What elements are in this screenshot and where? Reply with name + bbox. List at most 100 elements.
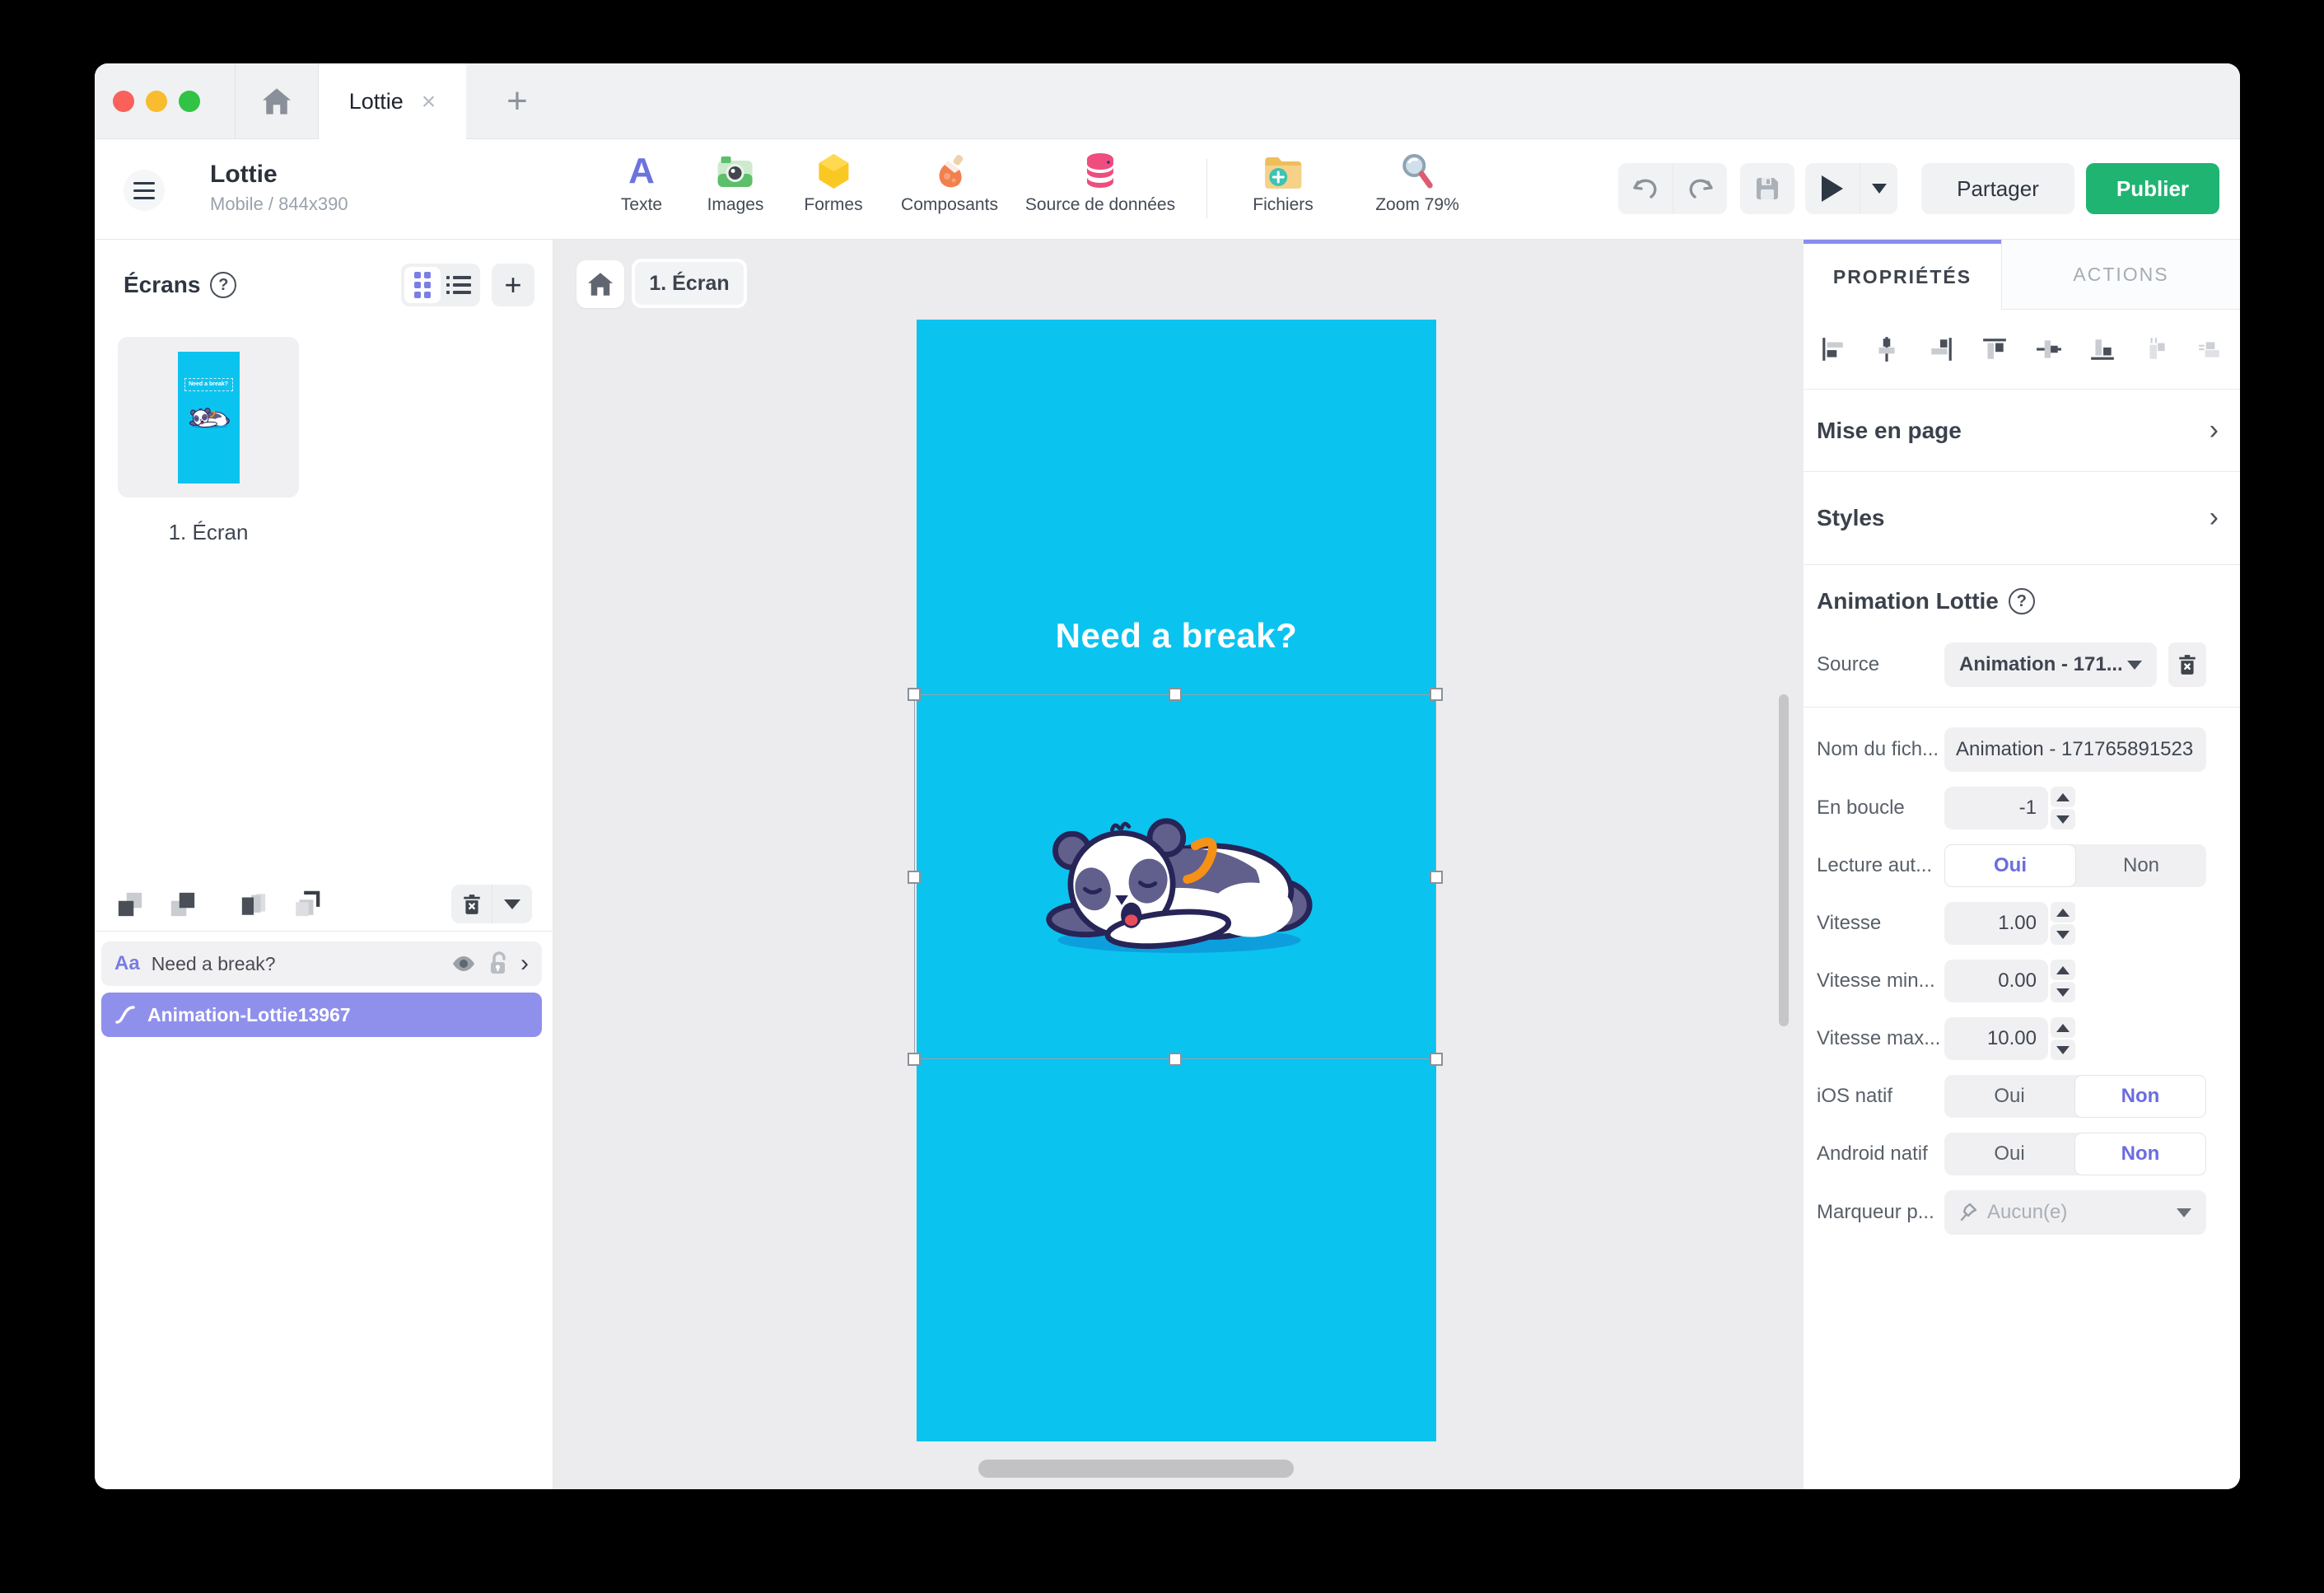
field-ios-native: iOS natif Oui Non xyxy=(1817,1075,2206,1118)
autoplay-non-option[interactable]: Non xyxy=(2076,844,2206,887)
source-dropdown[interactable]: Animation - 171... xyxy=(1944,642,2157,687)
field-speed-max: Vitesse max... 10.00 xyxy=(1817,1017,2206,1060)
delete-source-button[interactable] xyxy=(2168,642,2206,687)
layer-visibility-icon[interactable] xyxy=(451,955,476,973)
tool-fichiers[interactable]: Fichiers xyxy=(1253,152,1314,215)
section-mise-en-page[interactable]: Mise en page › xyxy=(1804,390,2240,472)
tool-formes[interactable]: Formes xyxy=(804,152,862,215)
chevron-right-icon: › xyxy=(2210,507,2219,529)
resize-handle-bottom-left[interactable] xyxy=(908,1053,921,1066)
screen-text[interactable]: Need a break? xyxy=(917,616,1436,656)
resize-handle-bottom-right[interactable] xyxy=(1430,1053,1443,1066)
canvas-area[interactable]: 1. Écran Need a break? xyxy=(553,240,1804,1489)
new-tab-button[interactable]: + xyxy=(488,63,546,139)
redo-button[interactable] xyxy=(1673,163,1727,214)
tab-actions[interactable]: ACTIONS xyxy=(2001,240,2240,310)
layer-expand-chevron[interactable]: › xyxy=(520,954,529,974)
close-window-button[interactable] xyxy=(113,91,134,112)
delete-layer-button[interactable] xyxy=(451,885,492,923)
tool-composants[interactable]: Composants xyxy=(901,152,998,215)
distribute-horizontal-icon[interactable] xyxy=(2144,336,2170,362)
align-left-icon[interactable] xyxy=(1820,336,1846,362)
add-screen-button[interactable]: + xyxy=(492,264,534,306)
loop-input[interactable]: -1 xyxy=(1944,787,2048,829)
stepper-down-button[interactable] xyxy=(2051,1039,2075,1060)
distribute-vertical-icon[interactable] xyxy=(2197,336,2224,362)
canvas-horizontal-scrollbar[interactable] xyxy=(978,1460,1294,1478)
autoplay-oui-option[interactable]: Oui xyxy=(1944,844,2076,887)
canvas-vertical-scrollbar[interactable] xyxy=(1779,694,1789,1026)
layers-divider xyxy=(95,931,553,932)
tool-texte[interactable]: A Texte xyxy=(621,152,662,215)
project-title: Lottie xyxy=(210,161,348,189)
save-button[interactable] xyxy=(1740,163,1794,214)
publish-button[interactable]: Publier xyxy=(2086,163,2219,214)
grid-view-button[interactable] xyxy=(404,267,441,303)
align-bottom-icon[interactable] xyxy=(2089,336,2116,362)
animation-lottie-title: Animation Lottie xyxy=(1817,588,1999,614)
bring-forward-button[interactable] xyxy=(168,890,198,918)
layer-lock-icon[interactable] xyxy=(488,951,509,976)
align-center-horizontal-icon[interactable] xyxy=(1874,336,1900,362)
hamburger-menu-button[interactable] xyxy=(124,170,165,211)
play-options-caret[interactable] xyxy=(1860,163,1897,214)
delete-options-caret[interactable] xyxy=(492,885,532,923)
android-non-option[interactable]: Non xyxy=(2074,1133,2206,1175)
home-tab[interactable] xyxy=(235,63,319,139)
help-icon[interactable]: ? xyxy=(2009,588,2035,614)
marker-dropdown[interactable]: Aucun(e) xyxy=(1944,1190,2206,1235)
align-center-vertical-icon[interactable] xyxy=(2036,336,2062,362)
stepper-down-button[interactable] xyxy=(2051,924,2075,945)
pin-icon xyxy=(1959,1203,1977,1222)
layer-row-lottie-selected[interactable]: Animation-Lottie13967 xyxy=(101,993,542,1037)
resize-handle-top-center[interactable] xyxy=(1169,688,1182,701)
speed-max-stepper xyxy=(2051,1017,2075,1060)
breadcrumb-home-button[interactable] xyxy=(576,260,624,308)
play-button[interactable] xyxy=(1805,163,1860,214)
speed-max-input[interactable]: 10.00 xyxy=(1944,1017,2048,1060)
ios-oui-option[interactable]: Oui xyxy=(1944,1075,2074,1118)
home-icon xyxy=(263,88,291,114)
align-right-icon[interactable] xyxy=(1928,336,1954,362)
speed-min-input[interactable]: 0.00 xyxy=(1944,960,2048,1002)
stepper-up-button[interactable] xyxy=(2051,1017,2075,1038)
minimize-window-button[interactable] xyxy=(146,91,167,112)
send-to-back-button[interactable] xyxy=(239,890,268,918)
speed-input[interactable]: 1.00 xyxy=(1944,902,2048,945)
layer-row-text[interactable]: Aa Need a break? › xyxy=(101,941,542,986)
undo-button[interactable] xyxy=(1618,163,1673,214)
resize-handle-middle-left[interactable] xyxy=(908,871,921,884)
tool-source-de-donnees[interactable]: Source de données xyxy=(1025,152,1175,215)
resize-handle-top-right[interactable] xyxy=(1430,688,1443,701)
selection-box[interactable] xyxy=(914,694,1436,1059)
resize-handle-top-left[interactable] xyxy=(908,688,921,701)
android-oui-option[interactable]: Oui xyxy=(1944,1133,2074,1175)
breadcrumb-screen-chip[interactable]: 1. Écran xyxy=(632,259,747,308)
stepper-down-button[interactable] xyxy=(2051,809,2075,829)
tool-images[interactable]: Images xyxy=(707,152,764,215)
share-button[interactable]: Partager xyxy=(1921,163,2074,214)
help-icon[interactable]: ? xyxy=(210,272,236,298)
stepper-up-button[interactable] xyxy=(2051,787,2075,807)
close-tab-icon[interactable]: × xyxy=(422,90,436,114)
ios-non-option[interactable]: Non xyxy=(2074,1075,2206,1118)
traffic-lights xyxy=(113,63,200,139)
tab-proprietes[interactable]: PROPRIÉTÉS xyxy=(1804,240,2001,310)
resize-handle-bottom-center[interactable] xyxy=(1169,1053,1182,1066)
bring-to-front-button[interactable] xyxy=(292,890,321,918)
stepper-down-button[interactable] xyxy=(2051,982,2075,1002)
stepper-up-button[interactable] xyxy=(2051,902,2075,923)
list-view-button[interactable] xyxy=(441,267,477,303)
section-styles[interactable]: Styles › xyxy=(1804,472,2240,565)
stepper-up-button[interactable] xyxy=(2051,960,2075,980)
maximize-window-button[interactable] xyxy=(179,91,200,112)
send-backward-button[interactable] xyxy=(115,890,145,918)
tool-zoom[interactable]: Zoom 79% xyxy=(1375,152,1459,215)
screen-thumbnail-card[interactable]: Need a break? xyxy=(118,337,299,498)
tab-lottie[interactable]: Lottie × xyxy=(319,63,466,140)
align-top-icon[interactable] xyxy=(1981,336,2008,362)
filename-input[interactable]: Animation - 171765891523 xyxy=(1944,727,2206,772)
resize-handle-middle-right[interactable] xyxy=(1430,871,1443,884)
chevron-right-icon: › xyxy=(2210,419,2219,441)
layer-delete-group xyxy=(451,885,532,923)
